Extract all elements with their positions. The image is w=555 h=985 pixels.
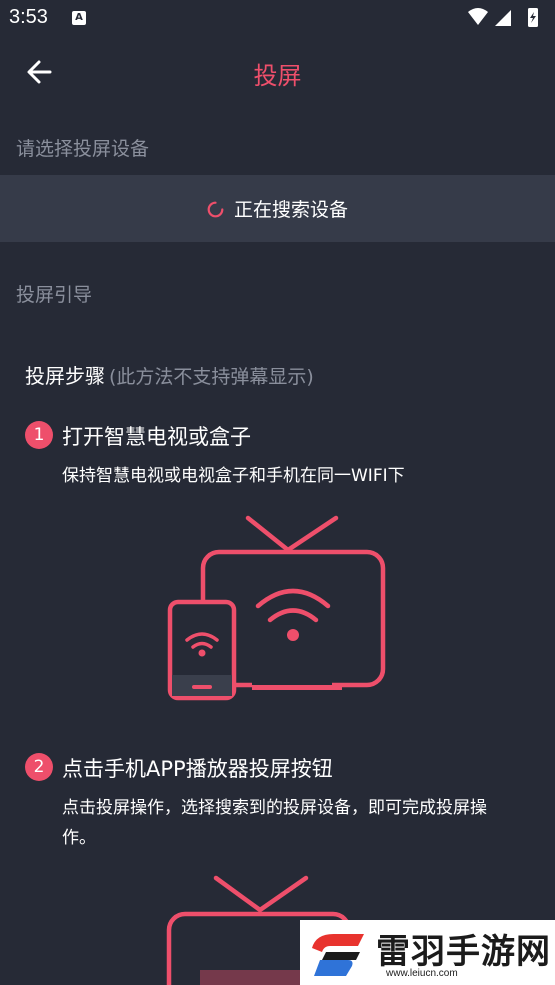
searching-text: 正在搜索设备 — [233, 199, 348, 221]
step-1-title: 打开智慧电视或盒子 — [62, 425, 251, 449]
site-logo-icon — [312, 933, 364, 976]
watermark-text: 雷羽手游网 — [376, 932, 551, 972]
page-title: 投屏 — [253, 62, 302, 90]
steps-title: 投屏步骤 — [25, 364, 105, 388]
status-time: 3:53 — [9, 6, 48, 28]
device-section-label: 请选择投屏设备 — [16, 138, 150, 160]
step-1-badge: 1 — [25, 421, 53, 449]
watermark-url: www.leiucn.com — [386, 968, 458, 979]
steps-note: (此方法不支持弹幕显示) — [109, 366, 314, 388]
device-search-panel[interactable]: 正在搜索设备 — [0, 175, 555, 242]
steps-heading: 投屏步骤 (此方法不支持弹幕显示) — [25, 360, 314, 389]
guide-section-label: 投屏引导 — [16, 284, 93, 306]
loading-spinner-icon — [207, 201, 224, 218]
tv-phone-wifi-illustration — [167, 515, 386, 701]
step-2-badge: 2 — [25, 753, 53, 781]
step-1-desc: 保持智慧电视或电视盒子和手机在同一WIFI下 — [62, 466, 405, 486]
status-bar: 3:53 A — [0, 0, 555, 36]
search-status: 正在搜索设备 — [0, 195, 555, 222]
signal-icon — [495, 10, 511, 26]
app-header: 投屏 — [0, 36, 555, 108]
status-icons — [468, 8, 538, 27]
notification-icon: A — [72, 11, 86, 25]
watermark: 雷羽手游网 www.leiucn.com — [300, 920, 555, 985]
step-2-title: 点击手机APP播放器投屏按钮 — [62, 757, 333, 781]
step-2-desc: 点击投屏操作，选择搜索到的投屏设备，即可完成投屏操作。 — [62, 798, 487, 848]
wifi-icon — [468, 8, 488, 25]
